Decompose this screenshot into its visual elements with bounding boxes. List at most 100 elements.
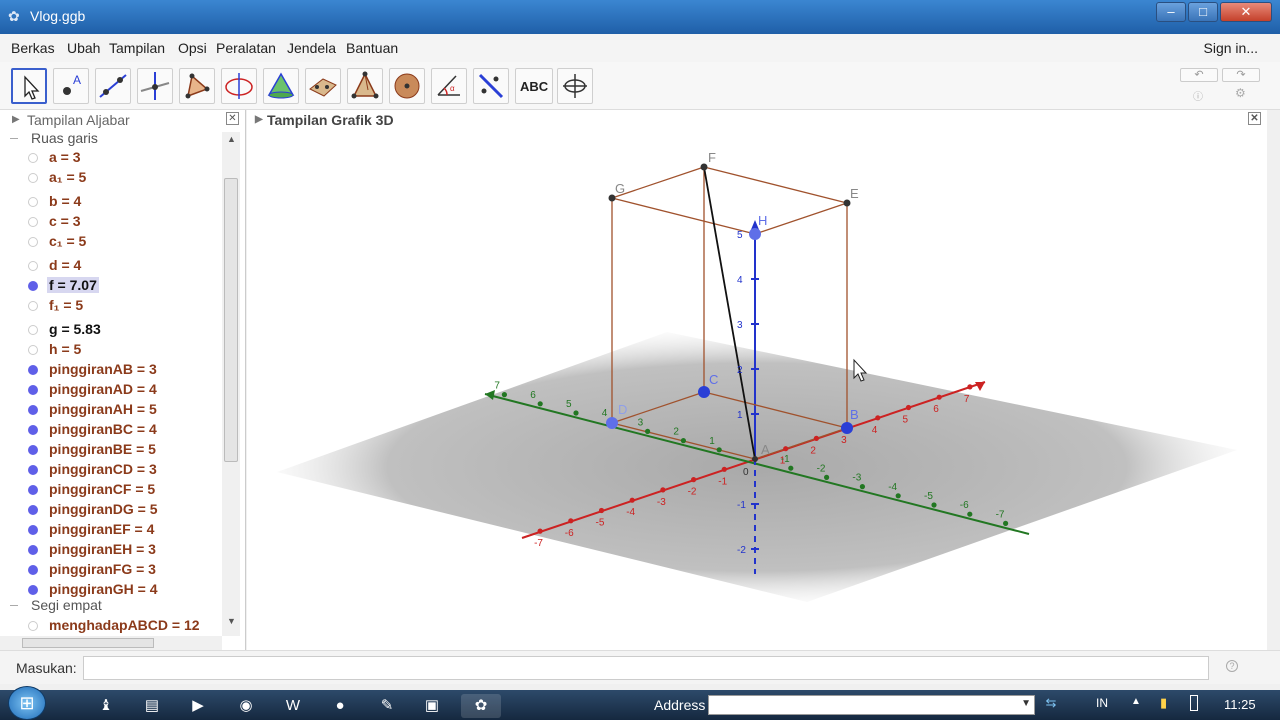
scroll-up-icon[interactable]: ▲ [227,134,236,144]
visibility-toggle-icon[interactable] [28,173,38,183]
media-player-icon[interactable]: ▶ [178,694,218,718]
pyramid-tool-button[interactable] [263,68,299,104]
visibility-toggle-icon[interactable] [28,445,38,455]
address-input[interactable]: ▼ [708,695,1035,715]
menu-opsi[interactable]: Opsi [178,40,207,56]
redo-button[interactable]: ↷ [1222,68,1260,82]
visibility-toggle-icon[interactable] [28,217,38,227]
scroll-thumb[interactable] [224,178,238,462]
visibility-toggle-icon[interactable] [28,405,38,415]
visibility-toggle-icon[interactable] [28,621,38,631]
undo-button[interactable]: ↶ [1180,68,1218,82]
menu-peralatan[interactable]: Peralatan [216,40,276,56]
visibility-toggle-icon[interactable] [28,505,38,515]
chevron-down-icon[interactable]: ▼ [1021,698,1031,709]
point-c[interactable] [698,386,710,398]
go-arrows-icon[interactable]: ⇆ [1040,695,1062,715]
axis-tick [598,507,605,514]
text-tool-label: ABC [520,79,549,94]
axis-tick-label: -1 [781,454,790,465]
file-explorer-icon[interactable]: ▤ [132,694,172,718]
algebra-horizontal-scrollbar[interactable] [0,636,222,650]
input-field[interactable] [83,656,1209,680]
visibility-toggle-icon[interactable] [28,325,38,335]
scroll-down-icon[interactable]: ▼ [227,616,236,626]
right-panel-toggle[interactable] [1267,110,1280,650]
taskbar-app-7-icon[interactable]: ✎ [367,694,407,718]
text-tool-button[interactable]: ABC [515,68,553,104]
point-f[interactable] [700,163,708,171]
axis-tick [788,465,794,471]
menu-jendela[interactable]: Jendela [287,40,336,56]
language-indicator[interactable]: IN [1096,696,1108,710]
perpendicular-tool-button[interactable] [137,68,173,104]
visibility-toggle-icon[interactable] [28,385,38,395]
taskbar-app-8-icon[interactable]: ▣ [412,694,452,718]
visibility-toggle-icon[interactable] [28,565,38,575]
visibility-toggle-icon[interactable] [28,237,38,247]
line-tool-button[interactable] [95,68,131,104]
visibility-toggle-icon[interactable] [28,525,38,535]
net-tool-button[interactable] [305,68,341,104]
axis-tick-label: -4 [626,507,635,518]
sphere-tool-button[interactable] [389,68,425,104]
taskbar-app-1-icon[interactable]: ♝ [86,694,126,718]
axis-tick-label: 3 [737,320,743,331]
start-button[interactable]: ⊞ [8,686,46,720]
geogebra-taskbar-icon[interactable]: ✿ [461,694,501,718]
network-icon[interactable]: ▮ [1160,695,1167,711]
axis-tick [1003,520,1009,526]
close-graphics-view-icon[interactable]: ✕ [1248,112,1261,125]
collapse-arrow-icon[interactable]: ▶ [12,114,20,125]
visibility-toggle-icon[interactable] [28,585,38,595]
sign-in-link[interactable]: Sign in... [1204,40,1258,56]
visibility-toggle-icon[interactable] [28,261,38,271]
clock[interactable]: 11:25 [1224,697,1256,712]
visibility-toggle-icon[interactable] [28,545,38,555]
chrome-icon[interactable]: ◉ [226,694,266,718]
input-help-icon[interactable]: ? [1226,660,1238,672]
visibility-toggle-icon[interactable] [28,197,38,207]
maximize-button[interactable]: □ [1188,2,1218,22]
move-tool-button[interactable] [11,68,47,104]
menu-ubah[interactable]: Ubah [67,40,100,56]
point-h[interactable] [749,228,761,240]
rotate-view-tool-button[interactable] [557,68,593,104]
show-hidden-icons-icon[interactable]: ▲ [1131,696,1141,707]
point-tool-button[interactable]: A [53,68,89,104]
gear-icon[interactable]: ⚙ [1235,86,1246,100]
close-button[interactable]: ✕ [1220,2,1272,22]
menu-bantuan[interactable]: Bantuan [346,40,398,56]
visibility-toggle-icon[interactable] [28,153,38,163]
point-a[interactable] [752,456,758,462]
close-algebra-view-icon[interactable]: ✕ [226,112,239,125]
axis-tick [537,401,543,407]
visibility-toggle-icon[interactable] [28,425,38,435]
battery-icon[interactable] [1190,695,1198,711]
help-icon[interactable]: ⓘ [1193,88,1203,103]
reflect-tool-button[interactable] [473,68,509,104]
point-b[interactable] [841,422,853,434]
visibility-toggle-icon[interactable] [28,345,38,355]
algebra-group-header[interactable]: Ruas garis [10,130,98,146]
minimize-button[interactable]: ‒ [1156,2,1186,22]
visibility-toggle-icon[interactable] [28,465,38,475]
menu-berkas[interactable]: Berkas [11,40,55,56]
word-icon[interactable]: W [273,694,313,718]
algebra-group-header[interactable]: Segi empat [10,597,102,613]
algebra-vertical-scrollbar[interactable]: ▲ ▼ [222,132,240,636]
tetrahedron-tool-button[interactable] [347,68,383,104]
polygon-tool-button[interactable] [179,68,215,104]
angle-tool-button[interactable]: α [431,68,467,104]
point-d[interactable] [606,417,618,429]
firefox-icon[interactable]: ● [320,694,360,718]
horizontal-scroll-thumb[interactable] [22,638,154,648]
visibility-toggle-icon[interactable] [28,281,38,291]
visibility-toggle-icon[interactable] [28,485,38,495]
collapse-arrow-icon[interactable]: ▶ [255,114,263,125]
visibility-toggle-icon[interactable] [28,365,38,375]
graphics-3d-canvas[interactable]: -7 -6 -5 -4 -3 -2 -1 1 2 3 4 5 6 7 7 6 5 4 3 2 1 0 -1 -2 -3 -4 -5… [247,132,1267,650]
menu-tampilan[interactable]: Tampilan [109,40,165,56]
visibility-toggle-icon[interactable] [28,301,38,311]
circle-tool-button[interactable] [221,68,257,104]
